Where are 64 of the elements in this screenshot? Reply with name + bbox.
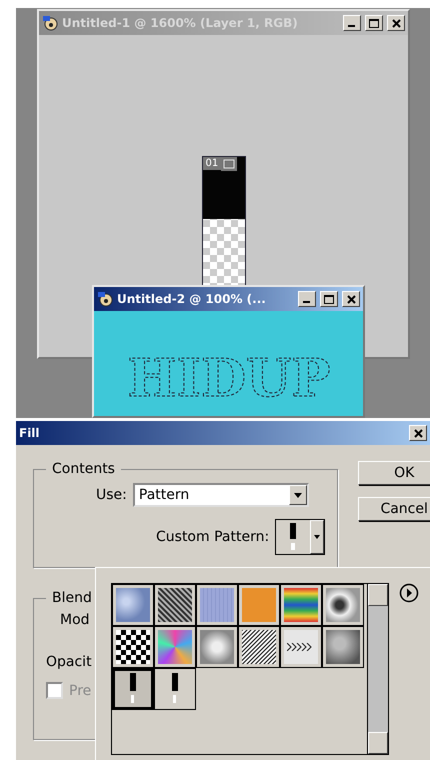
- pattern-thumbnail: [171, 673, 179, 705]
- pattern-thumbnail: [200, 630, 234, 664]
- pattern-thumbnail: [116, 630, 150, 664]
- maximize-button[interactable]: [320, 291, 338, 307]
- opacity-label: Opacit: [46, 654, 92, 670]
- dialog-title: Fill: [19, 426, 40, 440]
- pattern-thumbnail: [326, 630, 360, 664]
- pattern-thumbnail: [158, 588, 192, 622]
- pattern-thumbnail: [289, 523, 298, 551]
- dialog-button[interactable]: Cancel: [358, 497, 430, 521]
- pattern-swatch[interactable]: [196, 584, 238, 626]
- mode-label: Mod: [60, 612, 90, 628]
- pattern-swatch[interactable]: [196, 626, 238, 668]
- pattern-thumbnail: [158, 630, 192, 664]
- group-legend: Contents: [46, 461, 121, 477]
- close-button[interactable]: [342, 291, 360, 307]
- pattern-thumbnail: [326, 588, 360, 622]
- dropdown-arrow-icon: [294, 492, 302, 498]
- minimize-button[interactable]: [298, 291, 316, 307]
- custom-pattern-label: Custom Pattern:: [156, 529, 270, 545]
- checkbox-label: Pre: [69, 682, 92, 698]
- pattern-thumbnail: [284, 630, 318, 664]
- pattern-swatch[interactable]: [154, 584, 196, 626]
- pattern-thumbnail: [242, 630, 276, 664]
- pattern-thumbnail: [242, 588, 276, 622]
- pattern-swatch[interactable]: [112, 626, 154, 668]
- scrollbar[interactable]: [367, 584, 388, 754]
- dropdown-arrow-icon: [314, 535, 320, 539]
- pattern-thumbnail: [284, 588, 318, 622]
- window-title: Untitled-2 @ 100% (...: [117, 292, 267, 306]
- minimize-button[interactable]: [343, 15, 361, 31]
- custom-pattern-picker[interactable]: [275, 519, 326, 555]
- image-icon: [221, 157, 238, 171]
- play-circle-icon[interactable]: [399, 583, 419, 603]
- dialog-button[interactable]: OK: [358, 461, 430, 485]
- pattern-thumbnail: [116, 588, 150, 622]
- maximize-button[interactable]: [365, 15, 383, 31]
- close-button[interactable]: [409, 425, 427, 441]
- use-dropdown[interactable]: Pattern: [132, 483, 309, 507]
- pattern-swatch[interactable]: [238, 626, 280, 668]
- close-icon: [414, 428, 422, 438]
- pattern-thumbnail: [200, 588, 234, 622]
- pattern-swatch[interactable]: [154, 626, 196, 668]
- slice-number: 01: [202, 157, 222, 170]
- app-icon: [42, 15, 58, 31]
- use-label: Use:: [96, 487, 127, 503]
- app-icon: [97, 291, 113, 307]
- pattern-swatch[interactable]: [112, 584, 154, 626]
- checkbox[interactable]: [46, 682, 63, 699]
- pattern-swatch[interactable]: [280, 584, 322, 626]
- close-button[interactable]: [387, 15, 405, 31]
- pattern-swatch[interactable]: [112, 668, 154, 710]
- dashed-outline-text: HIDUP: [127, 348, 330, 404]
- maximize-icon: [369, 18, 379, 28]
- pattern-swatch[interactable]: [322, 626, 364, 668]
- group-legend: Blend: [46, 590, 98, 606]
- close-icon: [346, 294, 356, 304]
- pattern-thumbnail: [129, 673, 137, 705]
- pattern-swatch[interactable]: [238, 584, 280, 626]
- pattern-swatch[interactable]: [154, 668, 196, 710]
- pattern-swatch[interactable]: [322, 584, 364, 626]
- close-icon: [392, 18, 400, 28]
- pattern-swatch[interactable]: [280, 626, 322, 668]
- maximize-icon: [324, 294, 334, 304]
